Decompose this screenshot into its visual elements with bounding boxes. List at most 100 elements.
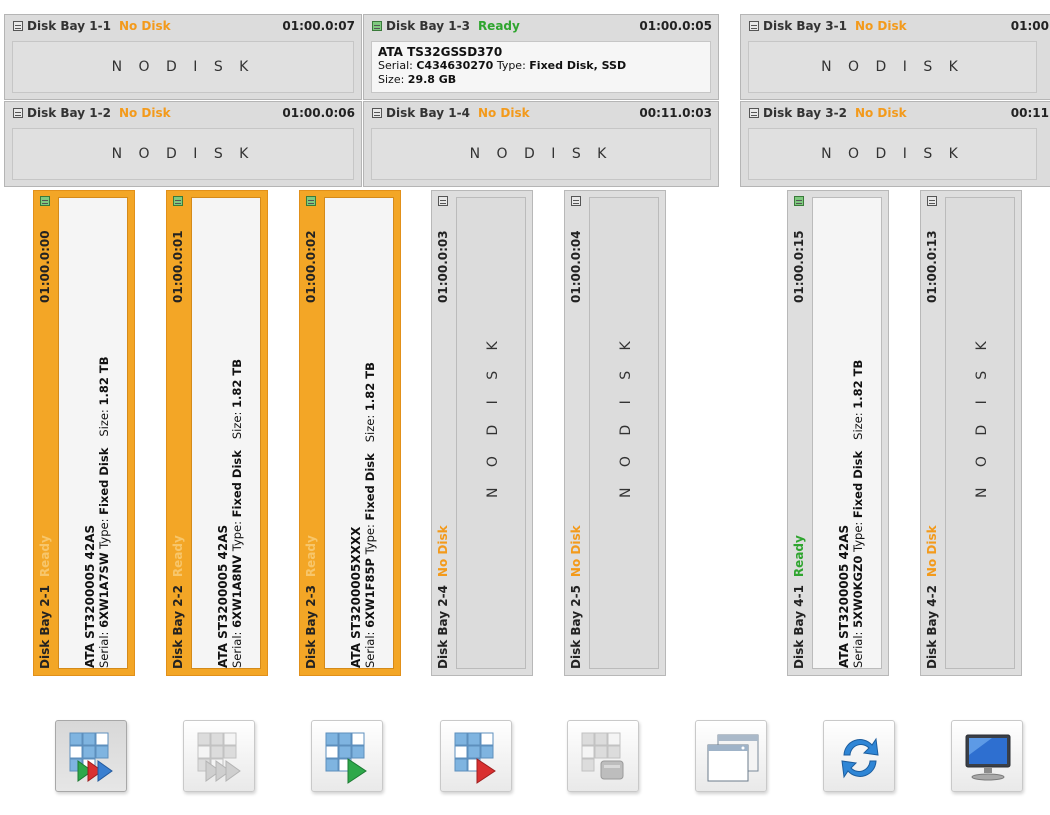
- no-disk-text: N O D I S K: [974, 333, 990, 498]
- disk-model: ATA ST3200005 42AS: [216, 524, 230, 668]
- disk-bay-2-3[interactable]: 01:00.0:02 Disk Bay 2-3 Ready ATA ST32000…: [299, 190, 401, 676]
- serial-label: Serial:: [378, 59, 413, 72]
- disk-icon: [438, 196, 448, 206]
- disk-bay-4-1[interactable]: 01:00.0:15 Disk Bay 4-1 Ready ATA ST32000…: [787, 190, 889, 676]
- toolbar-button-grid-fast-forward[interactable]: [55, 720, 127, 792]
- bay-address: 01:00.0:03: [436, 230, 450, 303]
- disk-bay-2-2[interactable]: 01:00.0:01 Disk Bay 2-2 Ready ATA ST32000…: [166, 190, 268, 676]
- disk-bay-2-4[interactable]: 01:00.0:03 Disk Bay 2-4 No Disk N O D I S…: [431, 190, 533, 676]
- type-label: Type:: [851, 521, 865, 553]
- bay-label: Disk Bay 2-3: [304, 585, 318, 669]
- disk-info: ATA ST3200005 42AS Serial: 5XW0KGZ0 Type…: [812, 197, 882, 669]
- bay-status: Ready: [171, 535, 185, 578]
- size-label: Size:: [97, 409, 111, 437]
- disk-bay-1-4[interactable]: Disk Bay 1-4 No Disk 00:11.0:03 N O D I …: [363, 101, 719, 187]
- type-value: Fixed Disk, SSD: [529, 59, 627, 72]
- size-label: Size:: [851, 412, 865, 440]
- size-label: Size:: [230, 411, 244, 440]
- disk-info: ATA TS32GSSD370 Serial: C434630270 Type:…: [371, 41, 711, 93]
- bay-address: 01:00.0:13: [925, 230, 939, 303]
- toolbar-button-grid-fast-forward-disabled[interactable]: [183, 720, 255, 792]
- bay-address: 01:00.0:00: [38, 230, 52, 303]
- toolbar-button-windows[interactable]: [695, 720, 767, 792]
- serial-value: C434630270: [416, 59, 494, 72]
- disk-bay-1-3[interactable]: Disk Bay 1-3 Ready 01:00.0:05 ATA TS32GS…: [363, 14, 719, 100]
- disk-bay-1-2[interactable]: Disk Bay 1-2 No Disk 01:00.0:06 N O D I …: [4, 101, 362, 187]
- disk-info: ATA ST3200005 42AS Serial: 6XW1A8NV Type…: [191, 197, 261, 669]
- bay-address: 01:00.0:02: [304, 230, 318, 303]
- toolbar-button-grid-play[interactable]: [311, 720, 383, 792]
- disk-bay-4-2[interactable]: 01:00.0:13 Disk Bay 4-2 No Disk N O D I S…: [920, 190, 1022, 676]
- size-value: 29.8 GB: [407, 73, 457, 86]
- bay-status: No Disk: [925, 525, 939, 578]
- bay-label: Disk Bay 2-1: [38, 585, 52, 669]
- no-disk-text: N O D I S K: [821, 59, 964, 75]
- disk-bay-3-1[interactable]: Disk Bay 3-1 No Disk 01:00 N O D I S K: [740, 14, 1050, 100]
- disk-icon: [749, 108, 759, 118]
- bay-address: 00:11.0:03: [639, 106, 712, 120]
- bay-label: Disk Bay 3-1: [763, 19, 847, 33]
- bay-address: 00:11: [1010, 106, 1049, 120]
- toolbar-button-grid-disk-disabled[interactable]: [567, 720, 639, 792]
- no-disk-text: N O D I S K: [111, 146, 255, 162]
- disk-bay-2-1[interactable]: 01:00.0:00 Disk Bay 2-1 Ready ATA ST32000…: [33, 190, 135, 676]
- disk-bay-2-5[interactable]: 01:00.0:04 Disk Bay 2-5 No Disk N O D I S…: [564, 190, 666, 676]
- disk-icon: [306, 196, 316, 206]
- disk-bay-3-2[interactable]: Disk Bay 3-2 No Disk 00:11 N O D I S K: [740, 101, 1050, 187]
- toolbar-button-grid-play-red[interactable]: [440, 720, 512, 792]
- toolbar-button-refresh[interactable]: [823, 720, 895, 792]
- bay-status: Ready: [304, 535, 318, 578]
- bay-address: 01:00.0:05: [639, 19, 712, 33]
- bay-address: 01:00: [1010, 19, 1049, 33]
- disk-info: ATA ST3200005XXXX Serial: 6XW1F85P Type:…: [324, 197, 394, 669]
- bay-body: N O D I S K: [748, 41, 1037, 93]
- toolbar-button-monitor[interactable]: [951, 720, 1023, 792]
- serial-label: Serial:: [851, 631, 865, 668]
- bay-status: No Disk: [569, 525, 583, 578]
- disk-icon: [372, 21, 382, 31]
- size-label: Size:: [363, 414, 377, 443]
- type-label: Type:: [496, 59, 526, 72]
- bay-label: Disk Bay 1-3: [386, 19, 470, 33]
- bay-address: 01:00.0:15: [792, 230, 806, 303]
- bay-address: 01:00.0:06: [282, 106, 355, 120]
- disk-model: ATA ST3200005 42AS: [837, 524, 851, 668]
- disk-icon: [173, 196, 183, 206]
- bay-status: No Disk: [854, 19, 907, 33]
- size-value: 1.82 TB: [230, 358, 244, 408]
- bay-body: N O D I S K: [945, 197, 1015, 669]
- size-value: 1.82 TB: [97, 356, 111, 406]
- bay-label: Disk Bay 2-5: [569, 585, 583, 669]
- disk-icon: [372, 108, 382, 118]
- bay-status: No Disk: [436, 525, 450, 578]
- bay-label: Disk Bay 4-1: [792, 585, 806, 669]
- no-disk-text: N O D I S K: [618, 333, 634, 498]
- refresh-icon: [841, 737, 879, 779]
- disk-icon: [927, 196, 937, 206]
- bay-label: Disk Bay 2-2: [171, 585, 185, 669]
- bay-status: Ready: [477, 19, 520, 33]
- type-label: Type:: [230, 520, 244, 552]
- bay-body: N O D I S K: [456, 197, 526, 669]
- grid-fast-forward-disabled-icon: [197, 732, 241, 782]
- disk-bay-1-1[interactable]: Disk Bay 1-1 No Disk 01:00.0:07 N O D I …: [4, 14, 362, 100]
- type-value: Fixed Disk: [97, 447, 111, 515]
- bay-label: Disk Bay 2-4: [436, 585, 450, 669]
- grid-play-icon: [325, 732, 367, 784]
- bay-body: N O D I S K: [589, 197, 659, 669]
- bay-status: Ready: [792, 535, 806, 578]
- serial-value: 6XW1A8NV: [230, 554, 244, 628]
- bay-label: Disk Bay 1-2: [27, 106, 111, 120]
- grid-disk-disabled-icon: [581, 732, 624, 780]
- bay-address: 01:00.0:04: [569, 230, 583, 303]
- serial-value: 5XW0KGZ0: [851, 555, 865, 628]
- bay-body: N O D I S K: [371, 128, 711, 180]
- bay-status: Ready: [38, 535, 52, 578]
- serial-value: 6XW1A7SW: [97, 552, 111, 628]
- windows-icon: [707, 734, 759, 782]
- serial-value: 6XW1F85P: [363, 558, 377, 628]
- bay-body: N O D I S K: [12, 128, 354, 180]
- size-label: Size:: [378, 73, 405, 86]
- disk-info: ATA ST3200005 42AS Serial: 6XW1A7SW Type…: [58, 197, 128, 669]
- type-value: Fixed Disk: [230, 450, 244, 518]
